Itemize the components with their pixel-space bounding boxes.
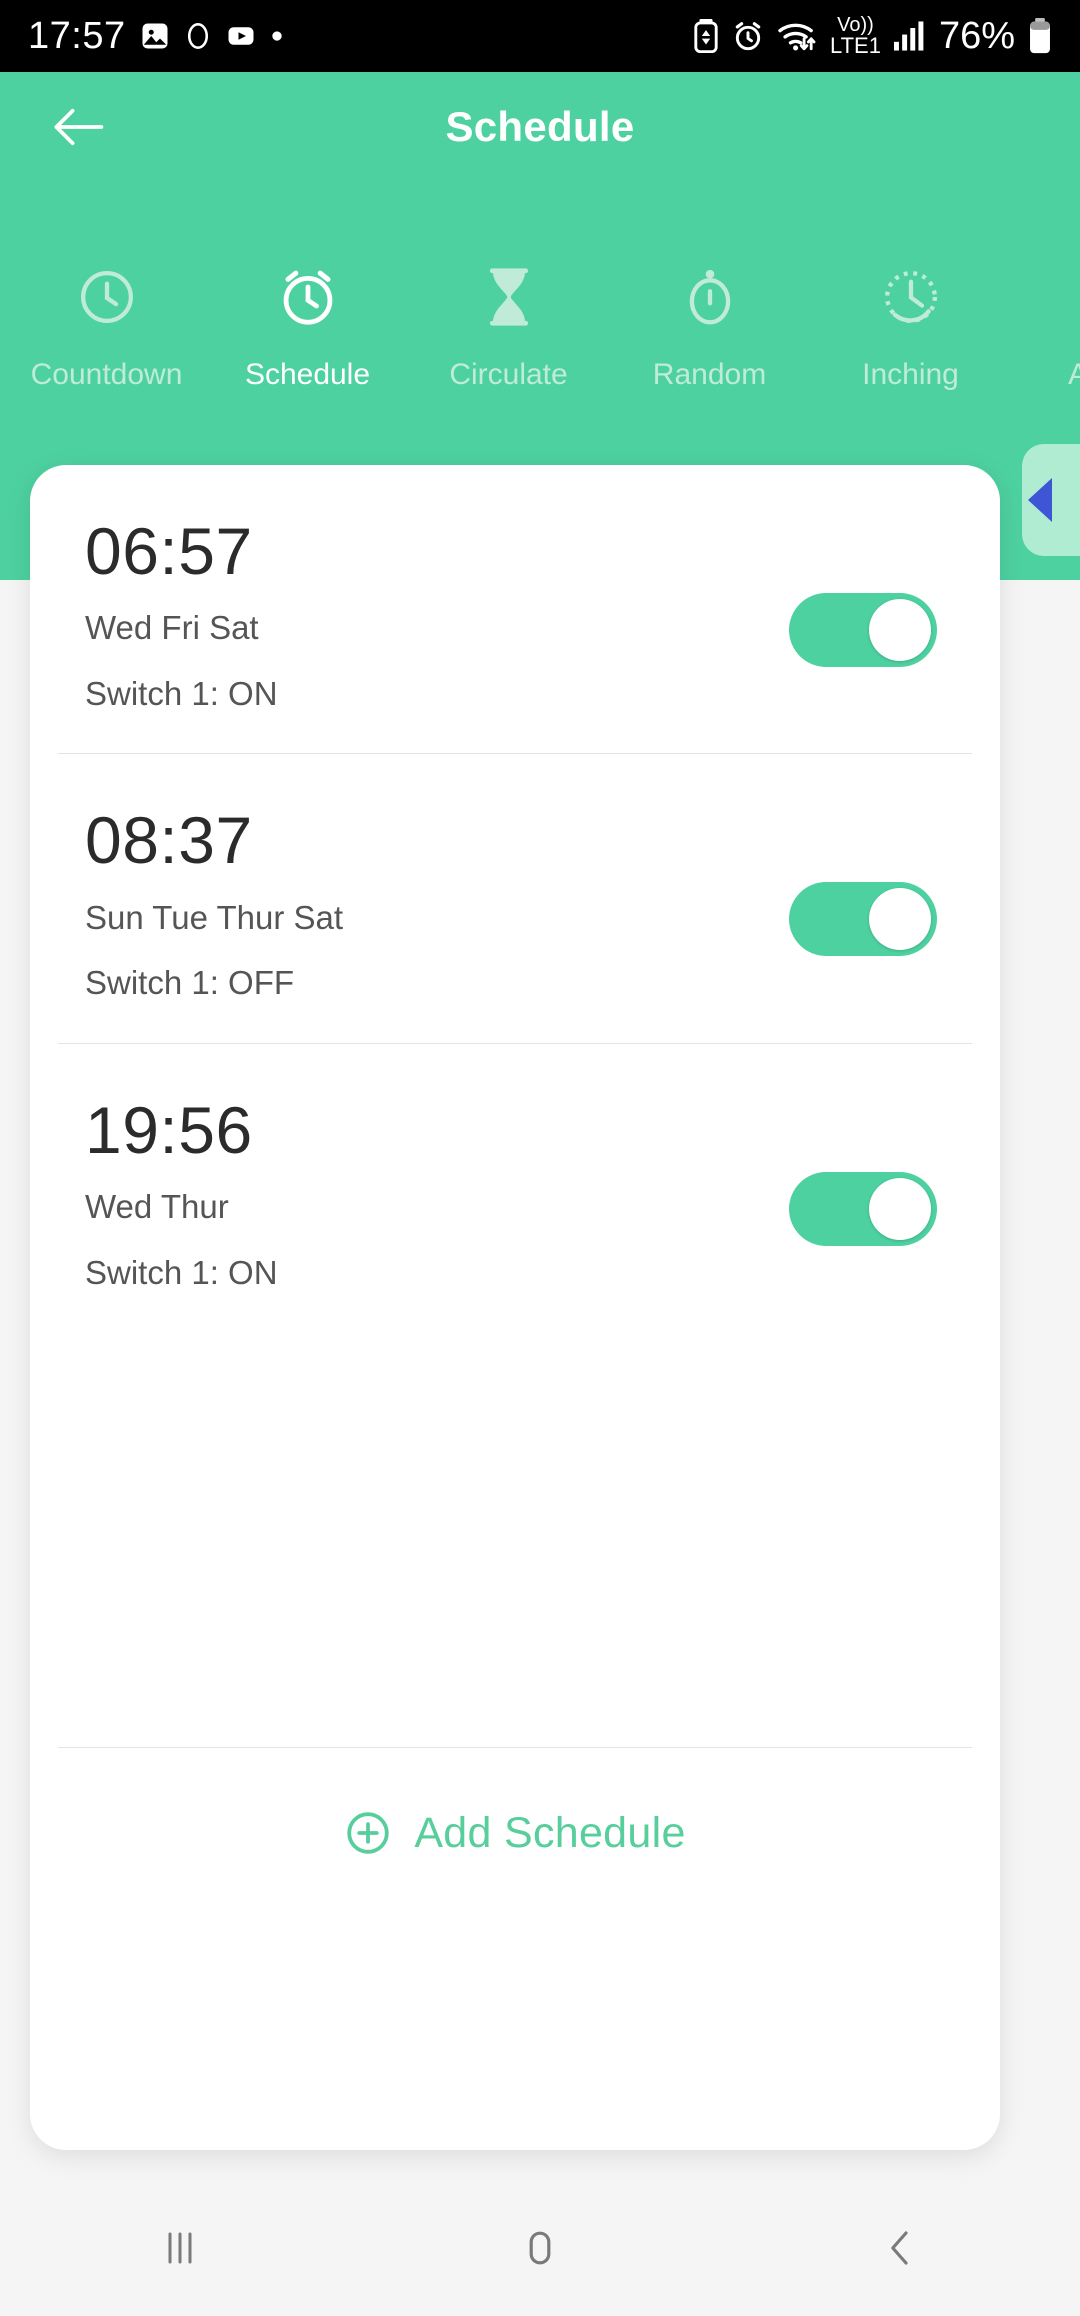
schedule-list: 06:57 Wed Fri Sat Switch 1: ON 08:37 Sun…	[30, 465, 1000, 1918]
add-schedule-label: Add Schedule	[414, 1808, 686, 1857]
tab-inching[interactable]: Inching	[810, 258, 1011, 392]
home-icon	[529, 2231, 551, 2265]
dot-icon	[270, 29, 284, 43]
schedule-card: 06:57 Wed Fri Sat Switch 1: ON 08:37 Sun…	[30, 465, 1000, 2150]
schedule-toggle[interactable]	[789, 882, 937, 957]
toggle-knob	[869, 888, 931, 951]
hourglass-icon	[480, 258, 538, 336]
arrow-left-icon	[54, 108, 104, 146]
wifi-icon	[777, 19, 817, 53]
status-bar-right: Vo)) LTE1 76%	[693, 15, 1052, 57]
add-schedule-button[interactable]: Add Schedule	[30, 1748, 1000, 1918]
app-bar: Schedule	[0, 72, 1080, 182]
tab-label: Countdown	[30, 358, 183, 391]
schedule-toggle[interactable]	[789, 1171, 937, 1246]
back-chevron-icon	[891, 2231, 908, 2265]
circle-icon	[184, 22, 212, 50]
system-nav-bar	[0, 2180, 1080, 2316]
tab-random[interactable]: Random	[609, 258, 810, 392]
schedule-toggle[interactable]	[789, 593, 937, 667]
plus-circle-icon	[344, 1809, 392, 1857]
tab-label: Circulate	[449, 358, 568, 391]
clock-icon	[76, 258, 138, 336]
schedule-texts: 06:57 Wed Fri Sat Switch 1: ON	[85, 514, 789, 713]
schedule-days: Sun Tue Thur Sat	[85, 898, 344, 936]
nav-recents-button[interactable]	[0, 2180, 360, 2316]
nav-back-button[interactable]	[720, 2180, 1080, 2316]
alarm-clock-icon	[277, 258, 339, 336]
signal-bars-icon	[893, 21, 926, 51]
phone-screen: 17:57 Vo)) LTE1 76% Schedule Countdown S…	[0, 0, 1080, 2316]
schedule-days: Wed Thur	[85, 1188, 229, 1226]
volte-icon: Vo)) LTE1	[830, 15, 881, 57]
schedule-time: 06:57	[85, 514, 253, 588]
status-bar-left: 17:57	[28, 17, 284, 55]
schedule-action: Switch 1: ON	[85, 1253, 278, 1291]
tab-label: Schedule	[244, 358, 371, 391]
photos-icon	[140, 21, 170, 51]
stopwatch-icon	[681, 258, 739, 336]
tab-countdown[interactable]: Countdown	[6, 258, 207, 392]
toggle-knob	[869, 1177, 931, 1240]
tab-label: Random	[652, 358, 767, 391]
battery-percent-label: 76%	[938, 15, 1015, 57]
drawer-handle[interactable]	[1022, 444, 1080, 556]
triangle-left-icon	[1028, 478, 1052, 522]
status-bar: 17:57 Vo)) LTE1 76%	[0, 0, 1080, 72]
battery-saver-icon	[693, 19, 719, 53]
schedule-action: Switch 1: OFF	[85, 964, 295, 1002]
tab-label: Astron	[1068, 358, 1080, 391]
network-label: LTE1	[829, 33, 881, 58]
youtube-icon	[226, 21, 256, 51]
tab-schedule[interactable]: Schedule	[207, 258, 408, 392]
schedule-texts: 19:56 Wed Thur Switch 1: ON	[85, 1092, 789, 1292]
tab-astro[interactable]: Astron	[1011, 258, 1080, 392]
schedule-texts: 08:37 Sun Tue Thur Sat Switch 1: OFF	[85, 806, 789, 1002]
battery-icon	[1028, 18, 1052, 54]
tab-circulate[interactable]: Circulate	[408, 258, 609, 392]
dashed-clock-icon	[880, 258, 942, 336]
schedule-time: 08:37	[85, 803, 253, 878]
schedule-row[interactable]: 19:56 Wed Thur Switch 1: ON	[30, 1044, 1000, 1332]
recents-icon	[168, 2232, 192, 2264]
tab-label: Inching	[862, 358, 959, 391]
schedule-action: Switch 1: ON	[85, 674, 278, 712]
toggle-knob	[869, 599, 931, 661]
status-bar-clock: 17:57	[28, 15, 126, 57]
schedule-time: 19:56	[85, 1092, 253, 1167]
alarm-icon	[732, 20, 764, 52]
volte-top-label: Vo))	[837, 14, 874, 36]
list-empty-space	[30, 1332, 1000, 1747]
page-title: Schedule	[445, 103, 635, 150]
tab-bar[interactable]: Countdown Schedule Circulate Random Inch…	[0, 258, 1080, 418]
nav-home-button[interactable]	[360, 2180, 720, 2316]
schedule-row[interactable]: 06:57 Wed Fri Sat Switch 1: ON	[30, 465, 1000, 753]
schedule-days: Wed Fri Sat	[85, 609, 259, 647]
back-button[interactable]	[30, 72, 126, 182]
schedule-row[interactable]: 08:37 Sun Tue Thur Sat Switch 1: OFF	[30, 754, 1000, 1042]
